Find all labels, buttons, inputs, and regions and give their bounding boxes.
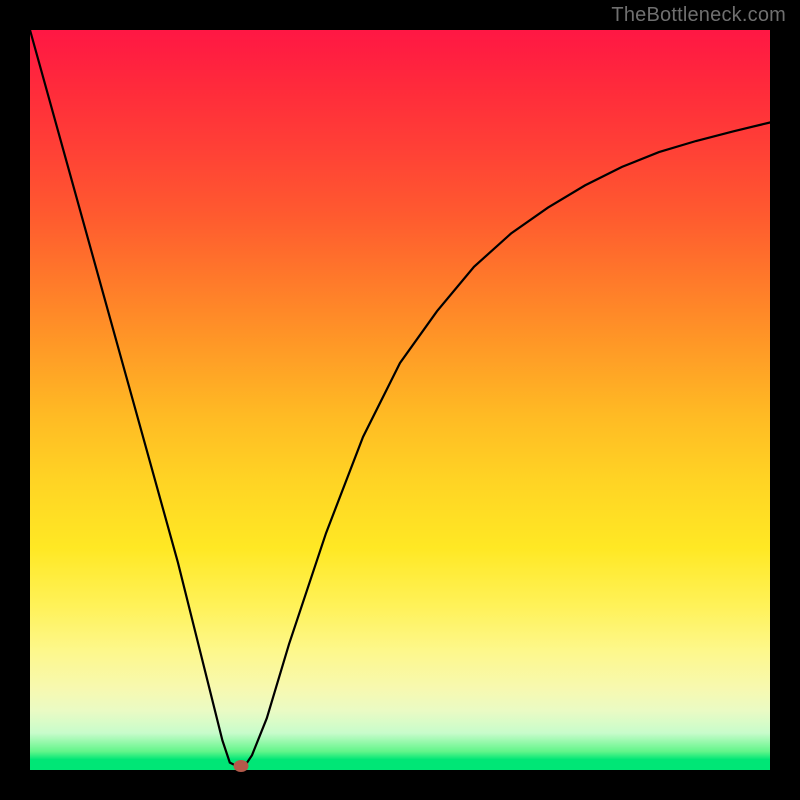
plot-area xyxy=(30,30,770,770)
minimum-marker xyxy=(233,760,248,772)
chart-frame: TheBottleneck.com xyxy=(0,0,800,800)
bottleneck-curve xyxy=(30,30,770,766)
curve-svg xyxy=(30,30,770,770)
watermark-text: TheBottleneck.com xyxy=(611,4,786,27)
